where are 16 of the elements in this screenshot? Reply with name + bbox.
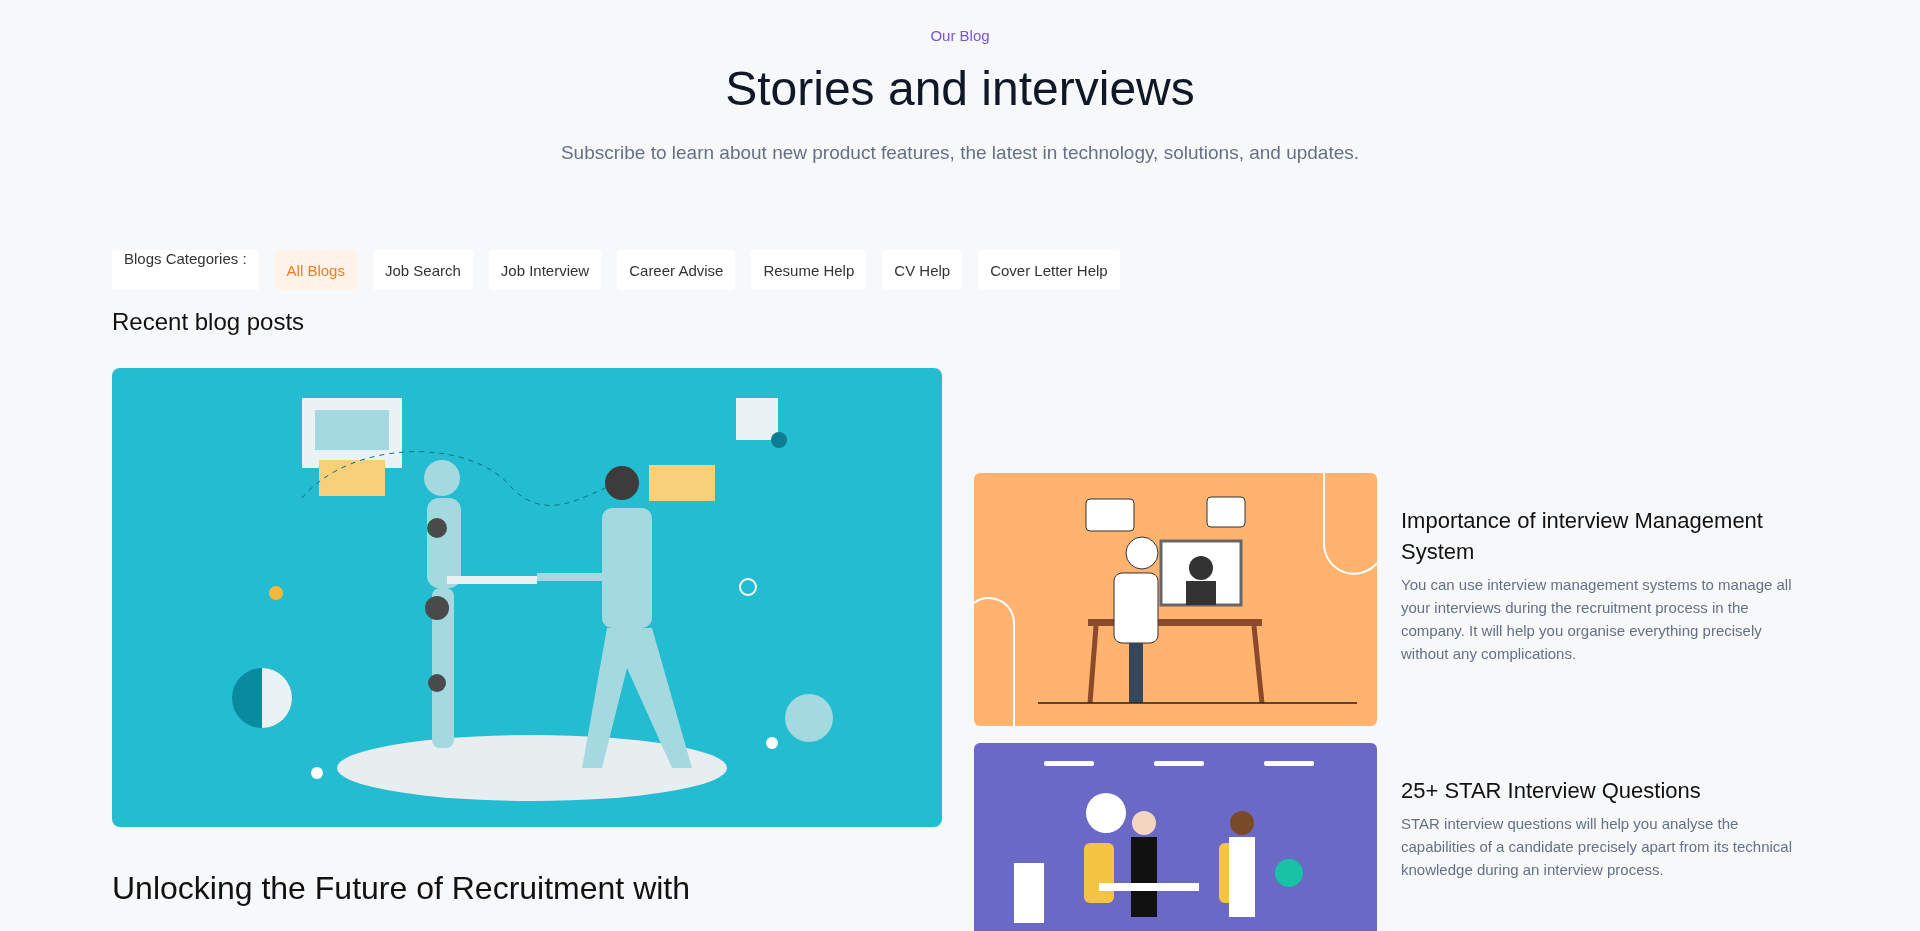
category-tab[interactable]: Cover Letter Help [978,250,1120,290]
category-tab[interactable]: Resume Help [751,250,867,290]
category-tab[interactable]: CV Help [882,250,963,290]
category-tab[interactable]: Job Search [372,250,473,290]
eyebrow-label: Our Blog [930,27,990,44]
category-tab[interactable]: Job Interview [488,250,602,290]
page-title: Stories and interviews [725,61,1195,116]
post-title[interactable]: 25+ STAR Interview Questions [1401,775,1801,806]
post-excerpt: You can use interview management systems to manage all your interviews during the recruitment process in the company. It will help you organise everything precisely without any complications. [1401,575,1793,664]
categories-label: Blogs Categories : [112,250,259,290]
category-tab[interactable]: Career Advise [617,250,736,290]
page-subtitle: Subscribe to learn about new product features, the latest in technology, solutions, and updates. [560,142,1360,164]
post-title[interactable]: Importance of interview Management System [1401,505,1801,567]
post-title[interactable]: Unlocking the Future of Recruitment with [112,870,691,906]
post-excerpt: STAR interview questions will help you analyse the capabilities of a candidate precisely apart from its technical knowledge during an interview process. [1401,814,1794,880]
section-heading: Recent blog posts [112,308,305,336]
